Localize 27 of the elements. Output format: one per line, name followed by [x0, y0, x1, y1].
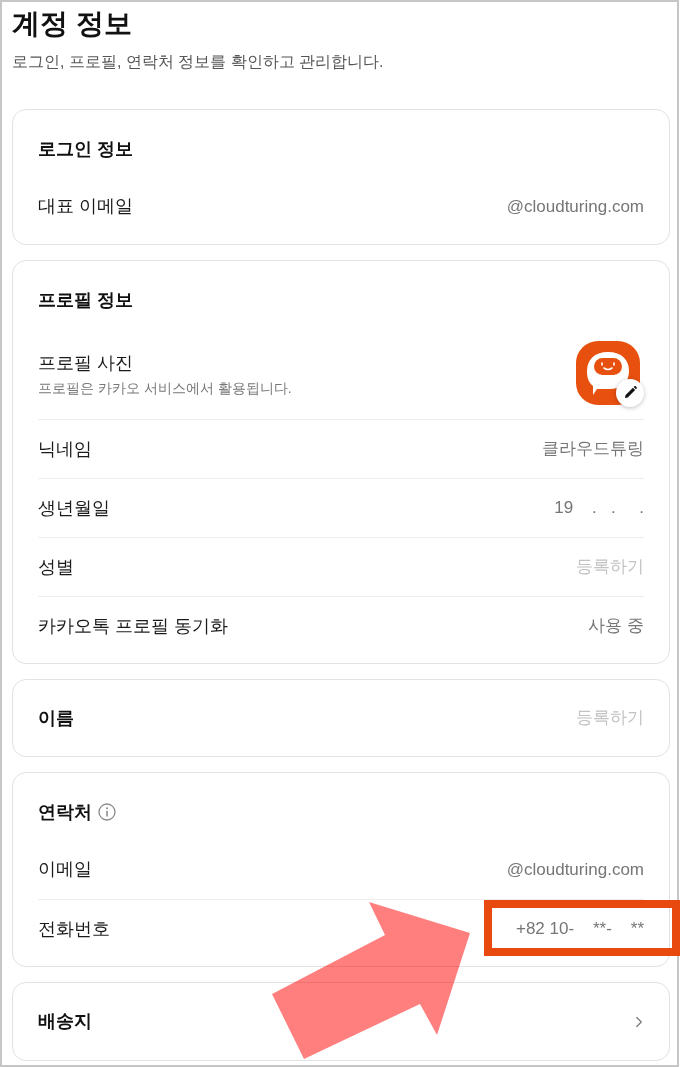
section-heading: 이름	[38, 706, 74, 730]
row-description: 프로필은 카카오 서비스에서 활용됩니다.	[38, 378, 292, 398]
info-icon[interactable]	[98, 803, 116, 821]
page-subtitle: 로그인, 프로필, 연락처 정보를 확인하고 관리합니다.	[12, 52, 385, 72]
row-label: 닉네임	[38, 437, 92, 461]
row-label: 성별	[38, 555, 74, 579]
section-heading: 프로필 정보	[38, 288, 133, 312]
row-value: @cloudturing.com	[506, 195, 644, 218]
row-label: 전화번호	[38, 917, 110, 941]
row-label: 생년월일	[38, 496, 110, 520]
section-heading: 배송지	[38, 1010, 92, 1033]
row-value: @cloudturing.com	[506, 858, 644, 881]
row-value: 사용 중	[588, 615, 644, 637]
register-link[interactable]: 등록하기	[576, 705, 644, 731]
row-label: 프로필 사진	[38, 351, 134, 375]
row-label: 카카오톡 프로필 동기화	[38, 614, 228, 638]
register-link[interactable]: 등록하기	[576, 554, 644, 580]
section-heading: 로그인 정보	[38, 137, 133, 161]
link-card[interactable]: 배송지	[12, 982, 670, 1061]
row-label: 대표 이메일	[38, 195, 133, 218]
page-title: 계정 정보	[12, 7, 133, 41]
row-value: 19 . . .	[554, 497, 644, 519]
section-heading: 연락처	[38, 800, 92, 824]
row-value: 클라우드튜링	[542, 438, 644, 460]
row-value: +82 10- **- **	[515, 918, 644, 940]
row-label: 이메일	[38, 858, 92, 881]
pencil-icon	[623, 386, 637, 399]
